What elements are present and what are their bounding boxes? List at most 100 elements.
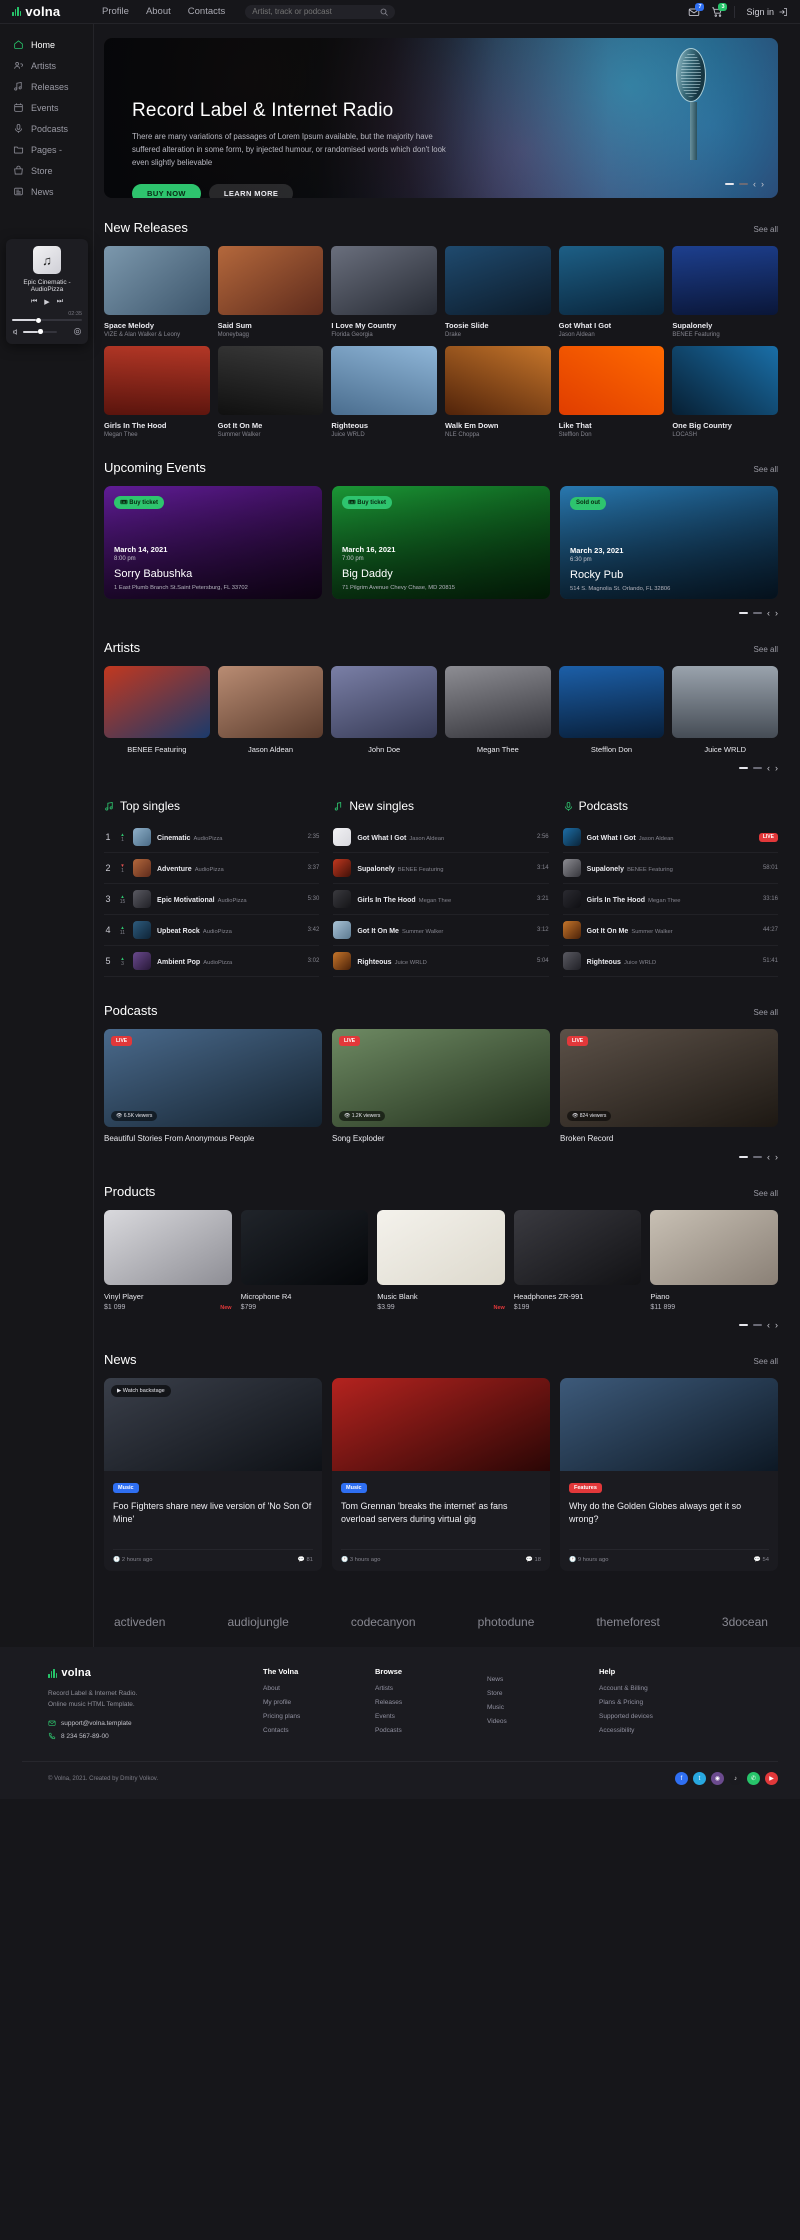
volume-control[interactable]	[12, 328, 57, 336]
sidebar-item-releases[interactable]: Releases	[0, 76, 93, 97]
chart-row[interactable]: 5 ▲ 3 Ambient Pop AudioPizza 3:02	[104, 946, 320, 977]
event-ticket-badge[interactable]: 🎟 Buy ticket	[114, 496, 164, 509]
sidebar-item-news[interactable]: News	[0, 181, 93, 202]
release-card[interactable]: Space Melody VIZE & Alan Walker & Leony	[104, 246, 210, 338]
artist-card[interactable]: Stefflon Don	[558, 666, 665, 754]
podcast-card[interactable]: LIVE 👁 6.5K viewers Beautiful Stories Fr…	[104, 1029, 322, 1143]
footer-link[interactable]: Artists	[375, 1685, 457, 1692]
footer-link[interactable]: My profile	[263, 1699, 345, 1706]
product-card[interactable]: Microphone R4 $799	[240, 1210, 369, 1311]
event-ticket-badge[interactable]: 🎟 Buy ticket	[342, 496, 392, 509]
footer-link[interactable]: Supported devices	[599, 1713, 681, 1720]
footer-link[interactable]: News	[487, 1676, 569, 1683]
chart-row[interactable]: Got What I Got Jason Aldean 2:56	[333, 822, 549, 853]
footer-link[interactable]: Store	[487, 1690, 569, 1697]
podcasts-see-all[interactable]: See all	[754, 1008, 778, 1017]
release-card[interactable]: Toosie Slide Drake	[444, 246, 551, 338]
news-category-badge[interactable]: Music	[341, 1483, 367, 1493]
next-track-button[interactable]: ⏭	[57, 298, 63, 306]
event-card[interactable]: Sold out March 23, 2021 6:30 pm Rocky Pu…	[560, 486, 778, 599]
events-prev-button[interactable]: ‹	[767, 608, 770, 618]
footer-link[interactable]: About	[263, 1685, 345, 1692]
chart-row[interactable]: Got It On Me Summer Walker 44:27	[562, 915, 778, 946]
release-card[interactable]: Righteous Juice WRLD	[331, 346, 437, 438]
product-card[interactable]: Vinyl Player $1 099 New	[104, 1210, 232, 1311]
instagram-icon[interactable]: ◉	[711, 1772, 724, 1786]
release-card[interactable]: One Big Country LOCASH	[672, 346, 778, 438]
chart-row[interactable]: Got What I Got Jason Aldean LIVE	[562, 822, 778, 853]
product-card[interactable]: Music Blank $3.99 New	[377, 1210, 505, 1311]
footer-link[interactable]: Podcasts	[375, 1727, 457, 1734]
news-see-all[interactable]: See all	[754, 1357, 778, 1366]
footer-link[interactable]: Contacts	[263, 1727, 345, 1734]
footer-link[interactable]: Releases	[375, 1699, 457, 1706]
sidebar-item-home[interactable]: Home	[0, 34, 93, 55]
partner-logo[interactable]: activeden	[114, 1615, 165, 1629]
chart-row[interactable]: 4 ▲ 11 Upbeat Rock AudioPizza 3:42	[104, 915, 320, 946]
podcasts-dot-2[interactable]	[753, 1156, 762, 1158]
release-card[interactable]: Got It On Me Summer Walker	[217, 346, 324, 438]
podcast-card[interactable]: LIVE 👁 824 viewers Broken Record	[560, 1029, 778, 1143]
cart-button[interactable]: 3	[711, 2, 728, 18]
volume-slider[interactable]	[23, 329, 57, 334]
podcasts-prev-button[interactable]: ‹	[767, 1152, 770, 1162]
learn-more-button[interactable]: LEARN MORE	[208, 183, 294, 198]
footer-phone[interactable]: 8 234 567-89-00	[48, 1732, 233, 1740]
artists-next-button[interactable]: ›	[775, 763, 778, 773]
release-card[interactable]: Girls In The Hood Megan Thee	[104, 346, 210, 438]
release-card[interactable]: I Love My Country Florida Georgia	[331, 246, 437, 338]
release-card[interactable]: Walk Em Down NLE Choppa	[444, 346, 551, 438]
mini-player[interactable]: ♫ Epic Cinematic - AudioPizza ⏮ ▶ ⏭ 02:3…	[6, 239, 88, 344]
podcasts-dot-1[interactable]	[739, 1156, 748, 1158]
watch-backstage-button[interactable]: ▶ Watch backstage	[111, 1385, 171, 1397]
release-card[interactable]: Like That Stefflon Don	[558, 346, 665, 438]
podcasts-next-button[interactable]: ›	[775, 1152, 778, 1162]
partner-logo[interactable]: photodune	[478, 1615, 535, 1629]
events-see-all[interactable]: See all	[754, 465, 778, 474]
products-prev-button[interactable]: ‹	[767, 1320, 770, 1330]
podcast-card[interactable]: LIVE 👁 1.2K viewers Song Exploder	[332, 1029, 550, 1143]
sidebar-item-podcasts[interactable]: Podcasts	[0, 118, 93, 139]
signin-button[interactable]: Sign in	[746, 7, 788, 17]
news-category-badge[interactable]: Features	[569, 1483, 602, 1493]
footer-link[interactable]: Account & Billing	[599, 1685, 681, 1692]
artists-dot-1[interactable]	[739, 767, 748, 769]
events-dot-1[interactable]	[739, 612, 748, 614]
chart-row[interactable]: 1 ▲ 1 Cinematic AudioPizza 2:35	[104, 822, 320, 853]
artist-card[interactable]: BENEE Featuring	[104, 666, 210, 754]
artists-dot-2[interactable]	[753, 767, 762, 769]
search-input[interactable]	[252, 7, 373, 16]
facebook-icon[interactable]: f	[675, 1772, 688, 1786]
products-dot-2[interactable]	[753, 1324, 762, 1326]
chart-row[interactable]: Supalonely BENEE Featuring 3:14	[333, 853, 549, 884]
artist-card[interactable]: John Doe	[331, 666, 437, 754]
whatsapp-icon[interactable]: ✆	[747, 1772, 760, 1786]
events-dot-2[interactable]	[753, 612, 762, 614]
tiktok-icon[interactable]: ♪	[729, 1772, 742, 1786]
search-box[interactable]	[245, 4, 396, 19]
hero-next-button[interactable]: ›	[761, 179, 764, 189]
artists-prev-button[interactable]: ‹	[767, 763, 770, 773]
products-see-all[interactable]: See all	[754, 1189, 778, 1198]
sidebar-item-store[interactable]: Store	[0, 160, 93, 181]
footer-logo[interactable]: volna	[48, 1667, 233, 1679]
player-progress-bar[interactable]	[12, 317, 82, 323]
artist-card[interactable]: Jason Aldean	[217, 666, 324, 754]
footer-link[interactable]: Plans & Pricing	[599, 1699, 681, 1706]
settings-gear-icon[interactable]	[73, 327, 82, 336]
partner-logo[interactable]: themeforest	[596, 1615, 659, 1629]
footer-email[interactable]: support@volna.template	[48, 1719, 233, 1727]
sidebar-item-events[interactable]: Events	[0, 97, 93, 118]
chart-row[interactable]: Supalonely BENEE Featuring 58:01	[562, 853, 778, 884]
news-card[interactable]: ▶ Watch backstage Music Foo Fighters sha…	[104, 1378, 322, 1571]
hero-prev-button[interactable]: ‹	[753, 179, 756, 189]
chart-row[interactable]: Girls In The Hood Megan Thee 3:21	[333, 884, 549, 915]
chart-row[interactable]: Righteous Juice WRLD 5:04	[333, 946, 549, 977]
product-card[interactable]: Piano $11 899	[650, 1210, 778, 1311]
chart-row[interactable]: 3 ▲ 15 Epic Motivational AudioPizza 5:30	[104, 884, 320, 915]
chart-row[interactable]: Righteous Juice WRLD 51:41	[562, 946, 778, 977]
release-card[interactable]: Got What I Got Jason Aldean	[558, 246, 665, 338]
artist-card[interactable]: Megan Thee	[444, 666, 551, 754]
prev-track-button[interactable]: ⏮	[31, 298, 37, 306]
hero-dot-1[interactable]	[725, 183, 734, 185]
